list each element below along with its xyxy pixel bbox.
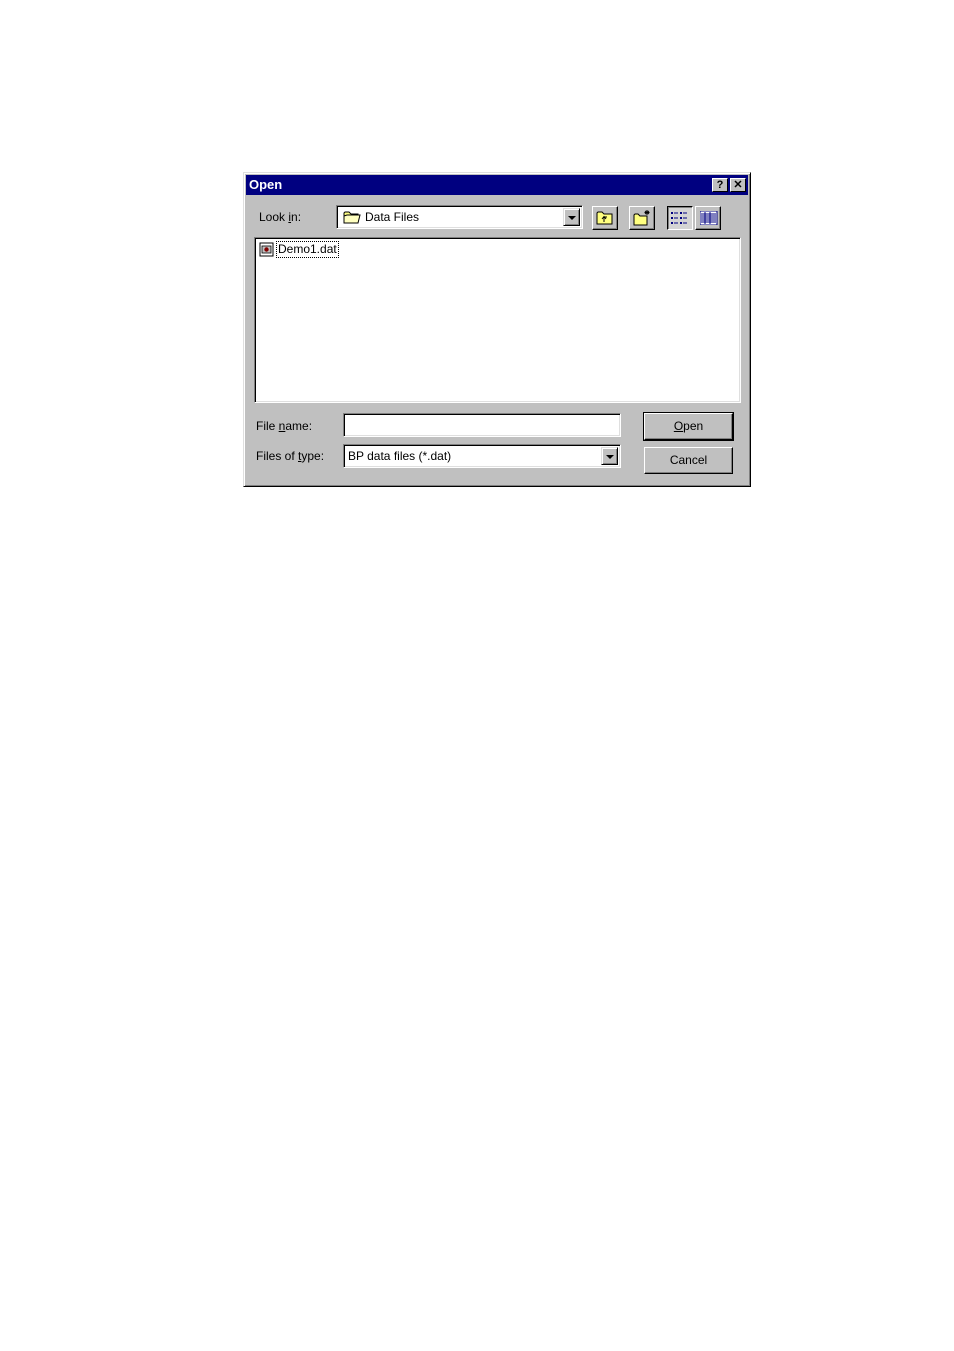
data-file-icon	[259, 242, 274, 260]
look-in-dropdown-button[interactable]	[563, 208, 580, 226]
create-new-folder-button[interactable]	[629, 206, 655, 230]
look-in-value: Data Files	[365, 210, 420, 224]
look-in-combo[interactable]: Data Files	[336, 205, 583, 229]
look-in-label: Look in:	[259, 210, 302, 224]
open-button[interactable]: Open	[643, 412, 734, 441]
up-one-level-button[interactable]	[592, 206, 618, 230]
cancel-button[interactable]: Cancel	[644, 447, 733, 474]
title-bar[interactable]: Open ? ✕	[246, 175, 748, 195]
file-name-label-text: File name:	[256, 419, 313, 433]
list-view-button[interactable]	[667, 206, 693, 230]
up-one-level-icon	[596, 210, 614, 229]
file-list[interactable]: Demo1.dat	[254, 237, 741, 403]
open-dialog: Open ? ✕ Look in: Data Files Demo1.dat F…	[243, 172, 751, 487]
files-of-type-label: Files of type:	[256, 449, 325, 463]
files-of-type-value: BP data files (*.dat)	[348, 449, 452, 463]
file-name-input[interactable]	[343, 413, 621, 437]
files-of-type-dropdown-button[interactable]	[601, 447, 618, 465]
help-button[interactable]: ?	[712, 178, 728, 192]
create-new-folder-icon	[633, 210, 651, 229]
folder-icon	[343, 210, 361, 227]
file-name-label: Demo1.dat	[276, 241, 339, 258]
details-view-icon	[699, 210, 718, 228]
files-of-type-select[interactable]: BP data files (*.dat)	[343, 444, 621, 468]
list-view-icon	[671, 212, 689, 227]
details-view-button[interactable]	[695, 206, 721, 230]
close-button[interactable]: ✕	[730, 178, 746, 192]
dialog-title: Open	[249, 177, 283, 192]
